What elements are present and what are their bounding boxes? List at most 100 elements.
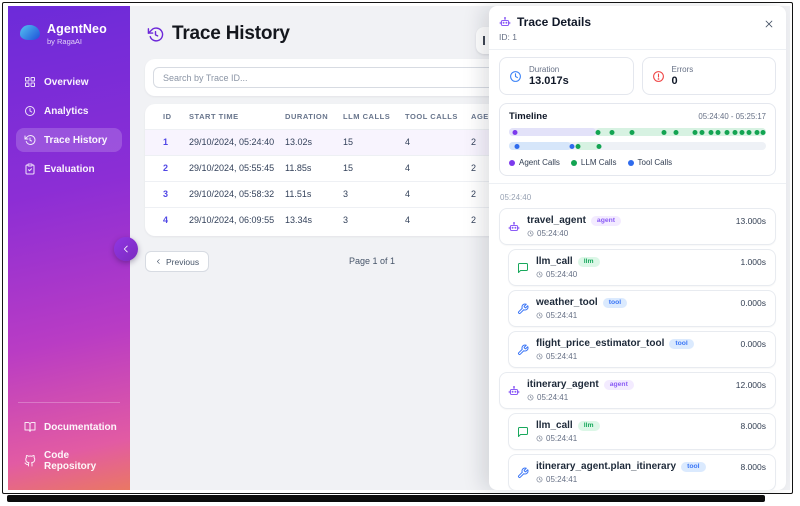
sidebar-footer-nav: Documentation Code Repository — [16, 415, 122, 478]
event-name: llm_call — [536, 256, 573, 267]
events-section-time: 05:24:40 — [500, 193, 776, 202]
sidebar-item-label: Documentation — [44, 422, 117, 433]
timeline-event-dot — [761, 130, 766, 135]
event-time: 05:24:41 — [546, 352, 577, 361]
sidebar-item-label: Evaluation — [44, 164, 95, 175]
clock-icon — [527, 394, 534, 401]
trace-id-cell[interactable]: 1 — [145, 129, 189, 155]
clock-icon — [536, 476, 543, 483]
timeline-event-dot — [739, 130, 744, 135]
sidebar-item-label: Analytics — [44, 106, 88, 117]
stat-card-duration: Duration13.017s — [499, 57, 634, 95]
chat-icon — [517, 262, 529, 274]
event-name: flight_price_estimator_tool — [536, 338, 664, 349]
trace-id-label: ID: 1 — [499, 32, 591, 42]
legend-label: Tool Calls — [638, 158, 673, 167]
timeline-event-dot — [514, 144, 519, 149]
trace-id-cell[interactable]: 4 — [145, 207, 189, 233]
column-header: DURATION — [285, 105, 343, 129]
timeline-event-dot — [569, 144, 574, 149]
event-card[interactable]: llm_callllm8.000s05:24:41 — [508, 413, 776, 450]
event-type-badge: tool — [603, 298, 627, 308]
brand-name: AgentNeo — [47, 22, 107, 36]
event-card[interactable]: itinerary_agentagent12.000s05:24:41 — [499, 372, 776, 409]
table-cell: 11.85s — [285, 155, 343, 181]
event-type-badge: tool — [681, 462, 705, 472]
page-title: Trace History — [172, 23, 290, 45]
brand-byline: by RagaAI — [47, 37, 107, 46]
table-cell: 4 — [405, 155, 471, 181]
event-card[interactable]: weather_tooltool0.000s05:24:41 — [508, 290, 776, 327]
timeline-event-dot — [674, 130, 679, 135]
previous-page-button[interactable]: Previous — [145, 251, 209, 272]
sidebar: AgentNeo by RagaAI Overview Analytics Trac… — [8, 6, 130, 490]
event-type-badge: tool — [669, 339, 693, 349]
table-cell: 4 — [405, 207, 471, 233]
trace-id-cell[interactable]: 2 — [145, 155, 189, 181]
table-cell: 29/10/2024, 06:09:55 — [189, 207, 285, 233]
event-name: itinerary_agent — [527, 379, 599, 390]
table-cell: 29/10/2024, 05:58:32 — [189, 181, 285, 207]
page-indicator: Page 1 of 1 — [349, 256, 395, 266]
trace-id-cell[interactable]: 3 — [145, 181, 189, 207]
book-icon — [24, 421, 36, 433]
timeline-event-dot — [708, 130, 713, 135]
sidebar-item-documentation[interactable]: Documentation — [16, 415, 122, 439]
grid-icon — [24, 76, 36, 88]
event-card[interactable]: itinerary_agent.plan_itinerarytool8.000s… — [508, 454, 776, 490]
event-type-badge: llm — [578, 257, 600, 267]
legend-item: Agent Calls — [509, 158, 560, 167]
window-bottom-bezel — [7, 495, 765, 502]
panel-title: Trace Details — [517, 15, 591, 29]
timeline-event-dot — [630, 130, 635, 135]
event-card[interactable]: llm_callllm1.000s05:24:40 — [508, 249, 776, 286]
stat-card-errors: Errors0 — [642, 57, 777, 95]
timeline-event-dot — [576, 144, 581, 149]
event-time: 05:24:41 — [546, 475, 577, 484]
sidebar-item-overview[interactable]: Overview — [16, 70, 122, 94]
event-time: 05:24:40 — [537, 229, 568, 238]
sidebar-item-evaluation[interactable]: Evaluation — [16, 157, 122, 181]
table-cell: 4 — [405, 181, 471, 207]
clock-icon — [536, 435, 543, 442]
sidebar-item-code-repository[interactable]: Code Repository — [16, 444, 122, 478]
event-name: travel_agent — [527, 215, 586, 226]
event-card[interactable]: travel_agentagent13.000s05:24:40 — [499, 208, 776, 245]
sidebar-item-analytics[interactable]: Analytics — [16, 99, 122, 123]
github-icon — [24, 455, 36, 467]
timeline-legend: Agent Calls LLM Calls Tool Calls — [509, 158, 766, 167]
sidebar-item-trace-history[interactable]: Trace History — [16, 128, 122, 152]
event-duration: 8.000s — [740, 462, 766, 472]
table-cell: 4 — [405, 129, 471, 155]
timeline-track — [509, 128, 766, 136]
event-type-badge: agent — [604, 380, 634, 390]
timeline-label: Timeline — [509, 111, 547, 122]
wrench-icon — [517, 467, 529, 479]
column-header: TOOL CALLS — [405, 105, 471, 129]
robot-icon — [508, 221, 520, 233]
event-duration: 8.000s — [740, 421, 766, 431]
legend-label: LLM Calls — [581, 158, 617, 167]
table-cell: 3 — [343, 181, 405, 207]
table-cell: 13.34s — [285, 207, 343, 233]
event-card[interactable]: flight_price_estimator_tooltool0.000s05:… — [508, 331, 776, 368]
sidebar-divider — [18, 402, 120, 403]
timeline-event-dot — [609, 130, 614, 135]
timeline-event-dot — [716, 130, 721, 135]
sidebar-collapse-button[interactable] — [114, 237, 138, 261]
alert-icon — [652, 70, 665, 83]
timeline-track — [509, 142, 766, 150]
table-cell: 13.02s — [285, 129, 343, 155]
close-icon — [764, 19, 774, 29]
history-icon — [147, 26, 164, 43]
column-header: START TIME — [189, 105, 285, 129]
legend-item: Tool Calls — [628, 158, 673, 167]
event-duration: 0.000s — [740, 298, 766, 308]
timeline-event-dot — [595, 130, 600, 135]
event-name: weather_tool — [536, 297, 598, 308]
sidebar-item-label: Code Repository — [44, 450, 114, 472]
stat-label: Duration — [529, 65, 569, 74]
close-panel-button[interactable] — [762, 15, 776, 34]
clock-icon — [536, 271, 543, 278]
stats-row: Duration13.017sErrors0 — [499, 57, 776, 95]
